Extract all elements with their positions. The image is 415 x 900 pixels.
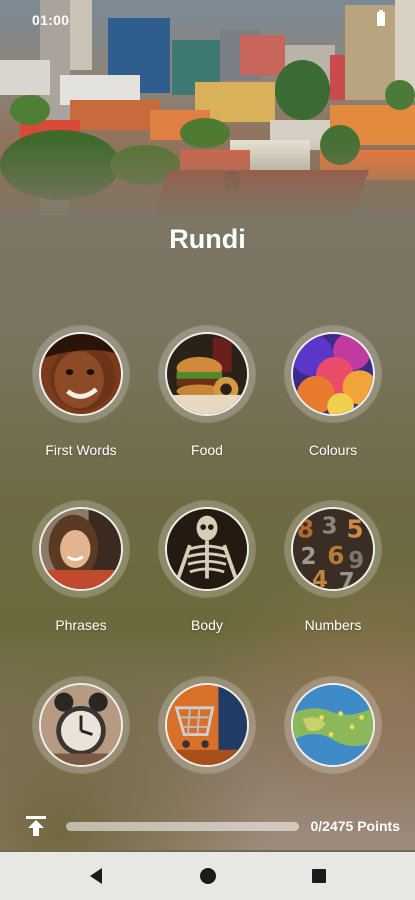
category-time[interactable] <box>16 677 146 793</box>
recents-square-icon[interactable] <box>307 864 331 888</box>
points-progress-bar <box>66 822 299 831</box>
svg-text:7: 7 <box>339 569 355 589</box>
svg-text:4: 4 <box>312 567 328 589</box>
category-ring <box>33 326 129 422</box>
burger-photo-icon <box>165 332 249 416</box>
category-label: Colours <box>308 442 358 458</box>
svg-text:3: 3 <box>322 514 338 540</box>
category-phrases[interactable]: Phrases <box>16 501 146 633</box>
battery-icon <box>377 10 385 26</box>
category-label: Body <box>191 617 223 633</box>
home-circle-icon[interactable] <box>196 864 220 888</box>
category-body[interactable]: Body <box>142 501 272 633</box>
category-ring <box>285 677 381 773</box>
category-ring <box>159 326 255 422</box>
svg-text:6: 6 <box>327 541 344 570</box>
navigation-bar <box>0 852 415 900</box>
back-triangle-icon[interactable] <box>85 864 109 888</box>
category-places[interactable] <box>268 677 398 793</box>
color-powder-photo-icon <box>291 332 375 416</box>
category-numbers[interactable]: 8 3 5 2 6 9 4 7 Numbers <box>268 501 398 633</box>
page-title: Rundi <box>169 224 246 254</box>
svg-text:5: 5 <box>346 515 363 544</box>
category-label: First Words <box>45 442 117 458</box>
category-ring <box>285 326 381 422</box>
category-food[interactable]: Food <box>142 326 272 458</box>
alarm-clock-photo-icon <box>39 683 123 767</box>
status-time: 01:00 <box>32 12 70 28</box>
category-colours[interactable]: Colours <box>268 326 398 458</box>
world-map-photo-icon <box>291 683 375 767</box>
category-label: Phrases <box>55 617 107 633</box>
category-first-words[interactable]: First Words <box>16 326 146 458</box>
metal-numbers-photo-icon: 8 3 5 2 6 9 4 7 <box>291 507 375 591</box>
category-ring <box>159 501 255 597</box>
points-text: 0/2475 Points <box>310 818 401 834</box>
child-face-photo-icon <box>39 332 123 416</box>
shopping-cart-photo-icon <box>165 683 249 767</box>
smiling-woman-photo-icon <box>39 507 123 591</box>
category-label: Food <box>191 442 223 458</box>
svg-text:8: 8 <box>297 515 314 544</box>
upload-arrow-icon[interactable] <box>24 814 48 838</box>
category-ring <box>159 677 255 773</box>
category-label: Numbers <box>304 617 362 633</box>
skeleton-photo-icon <box>165 507 249 591</box>
category-ring: 8 3 5 2 6 9 4 7 <box>285 501 381 597</box>
category-ring <box>33 677 129 773</box>
category-shopping[interactable] <box>142 677 272 793</box>
category-ring <box>33 501 129 597</box>
screen: 01:00 Rundi First Words Food Colours Phr… <box>0 0 415 900</box>
